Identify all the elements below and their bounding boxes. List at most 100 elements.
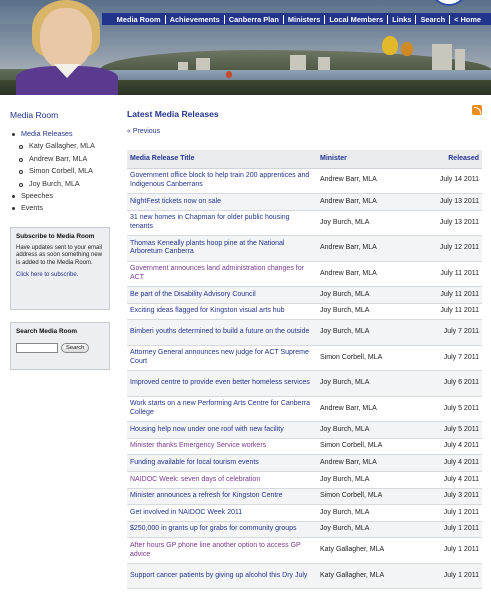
release-date: July 3 2011 — [421, 488, 482, 506]
release-title-link[interactable]: NightFest tickets now on sale — [127, 193, 317, 211]
sidebar-item-media-releases[interactable]: Media Releases — [10, 128, 110, 140]
sidebar-item-speeches[interactable]: Speeches — [10, 190, 110, 202]
hot-air-balloon — [401, 42, 413, 56]
release-minister: Joy Burch, MLA — [317, 471, 421, 489]
release-title-link[interactable]: Funding available for local tourism even… — [127, 454, 317, 473]
main-content: Latest Media Releases « Previous Media R… — [127, 105, 482, 590]
table-row: Get involved in NAIDOC Week 2011 Joy Burc… — [127, 504, 482, 522]
search-box: Search Media Room Search — [10, 322, 110, 370]
release-title-link[interactable]: Government office block to help train 20… — [127, 168, 317, 194]
table-row: 31 new homes in Chapman for older public… — [127, 210, 482, 237]
release-minister: Joy Burch, MLA — [317, 286, 421, 304]
table-row: Housing help now under one roof with new… — [127, 421, 482, 439]
release-minister: Andrew Barr, MLA — [317, 168, 421, 194]
release-title-link[interactable]: Get involved in NAIDOC Week 2011 — [127, 504, 317, 522]
table-body: Government office block to help train 20… — [127, 168, 482, 590]
search-input[interactable] — [16, 343, 58, 353]
release-title-link[interactable]: Bimberi youths determined to build a fut… — [127, 319, 317, 346]
nav-ministers[interactable]: Ministers — [282, 14, 324, 24]
release-title-link[interactable]: Thomas Keneally plants hoop pine at the … — [127, 235, 317, 262]
media-releases-table: Media Release Title Minister Released Go… — [127, 150, 482, 590]
site-header: Media Room Achievements Canberra Plan Mi… — [0, 0, 491, 95]
column-header-title[interactable]: Media Release Title — [127, 150, 317, 169]
release-minister: Simon Corbell, MLA — [317, 345, 421, 372]
table-row: Government office block to help train 20… — [127, 168, 482, 194]
sidebar-title: Media Room — [10, 110, 59, 120]
release-date: July 4 2011 — [421, 471, 482, 489]
column-header-released[interactable]: Released — [421, 150, 482, 169]
column-header-minister[interactable]: Minister — [317, 150, 421, 169]
page-title: Latest Media Releases — [127, 109, 219, 119]
release-title-link[interactable]: Be part of the Disability Advisory Counc… — [127, 286, 317, 304]
release-date: July 5 2011 — [421, 396, 482, 423]
table-row: Improved centre to provide even better h… — [127, 370, 482, 397]
nav-canberra-plan[interactable]: Canberra Plan — [223, 14, 283, 24]
release-date: July 11 2011 — [421, 261, 482, 288]
table-row: Attorney General announces new judge for… — [127, 345, 482, 372]
release-date: July 13 2011 — [421, 210, 482, 237]
release-minister: Simon Corbell, MLA — [317, 438, 421, 456]
release-minister: Simon Corbell, MLA — [317, 488, 421, 506]
release-date: July 6 2011 — [421, 370, 482, 397]
table-row: Funding available for local tourism even… — [127, 454, 482, 473]
previous-link[interactable]: « Previous — [127, 127, 482, 137]
sidebar-item-simon-corbell[interactable]: Simon Corbell, MLA — [10, 165, 110, 177]
release-date: July 14 2011 — [421, 168, 482, 194]
table-row: Government announces land administration… — [127, 261, 482, 288]
release-date: July 1 2011 — [421, 537, 482, 564]
nav-local-members[interactable]: Local Members — [324, 14, 387, 24]
release-minister: Joy Burch, MLA — [317, 319, 421, 346]
sidebar-item-events[interactable]: Events — [10, 202, 110, 214]
rss-feed-icon[interactable] — [472, 105, 482, 115]
sidebar-item-katy-gallagher[interactable]: Katy Gallagher, MLA — [10, 140, 110, 152]
release-title-link[interactable]: After hours GP phone line another option… — [127, 537, 317, 564]
sidebar-menu: Media Releases Katy Gallagher, MLA Andre… — [10, 128, 110, 215]
release-minister: Joy Burch, MLA — [317, 504, 421, 522]
release-title-link[interactable]: Support cancer patients by giving up alc… — [127, 563, 317, 590]
release-minister: Joy Burch, MLA — [317, 370, 421, 397]
release-title-link[interactable]: Improved centre to provide even better h… — [127, 370, 317, 397]
release-title-link[interactable]: Minister thanks Emergency Service worker… — [127, 438, 317, 456]
release-date: July 7 2011 — [421, 345, 482, 372]
hot-air-balloon — [382, 36, 398, 55]
release-title-link[interactable]: Attorney General announces new judge for… — [127, 345, 317, 372]
nav-links[interactable]: Links — [387, 14, 415, 24]
release-date: July 1 2011 — [421, 521, 482, 539]
subscribe-box: Subscribe to Media Room Have updates sen… — [10, 227, 110, 310]
release-minister: Andrew Barr, MLA — [317, 454, 421, 473]
release-title-link[interactable]: 31 new homes in Chapman for older public… — [127, 210, 317, 237]
release-minister: Joy Burch, MLA — [317, 210, 421, 237]
sidebar-item-andrew-barr[interactable]: Andrew Barr, MLA — [10, 153, 110, 165]
release-date: July 13 2011 — [421, 193, 482, 211]
release-date: July 7 2011 — [421, 319, 482, 346]
table-row: $250,000 in grants up for grabs for comm… — [127, 521, 482, 539]
release-date: July 4 2011 — [421, 438, 482, 456]
subscribe-link[interactable]: Click here to subscribe. — [16, 272, 104, 278]
nav-achievements[interactable]: Achievements — [164, 14, 224, 24]
top-navigation: Media Room Achievements Canberra Plan Mi… — [102, 13, 491, 25]
table-row: Exciting ideas flagged for Kingston visu… — [127, 303, 482, 321]
nav-home[interactable]: < Home — [449, 14, 485, 24]
release-minister: Andrew Barr, MLA — [317, 396, 421, 423]
search-heading: Search Media Room — [16, 328, 78, 335]
release-title-link[interactable]: Housing help now under one roof with new… — [127, 421, 317, 439]
search-button[interactable]: Search — [61, 343, 90, 353]
table-row: NAIDOC Week: seven days of celebration Jo… — [127, 471, 482, 489]
release-title-link[interactable]: Exciting ideas flagged for Kingston visu… — [127, 303, 317, 321]
release-title-link[interactable]: $250,000 in grants up for grabs for comm… — [127, 521, 317, 539]
site-logo[interactable] — [430, 0, 468, 6]
sidebar-item-joy-burch[interactable]: Joy Burch, MLA — [10, 178, 110, 190]
table-row: Minister thanks Emergency Service worker… — [127, 438, 482, 456]
table-row: Minister announces a refresh for Kingsto… — [127, 488, 482, 506]
table-row: After hours GP phone line another option… — [127, 537, 482, 564]
release-title-link[interactable]: NAIDOC Week: seven days of celebration — [127, 471, 317, 489]
release-date: July 4 2011 — [421, 454, 482, 473]
release-title-link[interactable]: Work starts on a new Performing Arts Cen… — [127, 396, 317, 423]
release-title-link[interactable]: Minister announces a refresh for Kingsto… — [127, 488, 317, 506]
release-minister: Andrew Barr, MLA — [317, 261, 421, 288]
release-date: July 12 2011 — [421, 235, 482, 262]
nav-media-room[interactable]: Media Room — [113, 15, 165, 24]
release-title-link[interactable]: Government announces land administration… — [127, 261, 317, 288]
table-row: Work starts on a new Performing Arts Cen… — [127, 396, 482, 423]
nav-search[interactable]: Search — [415, 14, 449, 24]
